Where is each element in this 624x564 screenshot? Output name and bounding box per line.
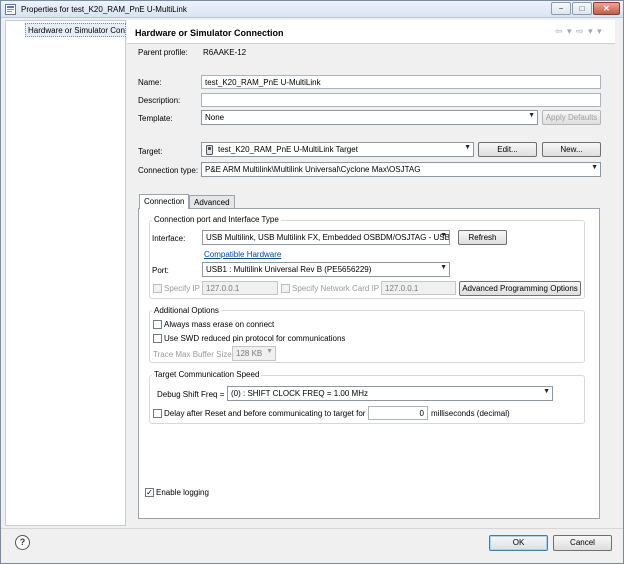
help-icon[interactable]: ?	[15, 535, 30, 550]
description-label: Description:	[138, 96, 181, 105]
properties-dialog: Properties for test_K20_RAM_PnE U-MultiL…	[0, 0, 624, 564]
compatible-hardware-link[interactable]: Compatible Hardware	[204, 250, 281, 259]
swd-protocol-label: Use SWD reduced pin protocol for communi…	[164, 334, 346, 343]
trace-buffer-label: Trace Max Buffer Size:	[153, 350, 234, 359]
interface-select[interactable]: USB Multilink, USB Multilink FX, Embedde…	[202, 230, 450, 245]
port-value: USB1 : Multilink Universal Rev B (PE5656…	[206, 265, 372, 274]
delay-unit-label: milliseconds (decimal)	[431, 409, 510, 418]
tree-item-hardware-connection[interactable]: Hardware or Simulator Connection	[25, 23, 126, 37]
delay-after-reset-label: Delay after Reset and before communicati…	[164, 409, 366, 418]
window-title: Properties for test_K20_RAM_PnE U-MultiL…	[21, 5, 187, 14]
specify-network-card-ip-label: Specify Network Card IP	[292, 284, 380, 293]
specify-ip-field[interactable]: 127.0.0.1	[202, 281, 278, 295]
mass-erase-label: Always mass erase on connect	[164, 320, 275, 329]
name-label: Name:	[138, 78, 162, 87]
enable-logging-checkbox[interactable]: ✓	[145, 488, 154, 497]
footer-divider	[1, 528, 623, 529]
delay-after-reset-field[interactable]: 0	[368, 406, 428, 420]
interface-label: Interface:	[152, 234, 186, 243]
navigation-arrows-icon[interactable]: ⇦ ▾ ⇨ ▾ ▾	[555, 26, 603, 37]
apply-defaults-button[interactable]: Apply Defaults	[542, 110, 601, 125]
trace-buffer-select[interactable]: 128 KB ▼	[232, 346, 276, 361]
close-button[interactable]: ✕	[593, 2, 620, 15]
refresh-button[interactable]: Refresh	[458, 230, 507, 245]
page-header: Hardware or Simulator Connection ⇦ ▾ ⇨ ▾…	[127, 20, 615, 44]
template-select[interactable]: None ▼	[201, 110, 538, 125]
advanced-programming-options-button[interactable]: Advanced Programming Options	[459, 281, 581, 296]
page-title: Hardware or Simulator Connection	[135, 28, 284, 38]
target-value: test_K20_RAM_PnE U-MultiLink Target	[218, 145, 358, 154]
specify-ip-label: Specify IP	[164, 284, 201, 293]
additional-options-group-title: Additional Options	[152, 306, 221, 315]
chevron-down-icon: ▼	[591, 164, 598, 171]
debug-shift-freq-value: (0) : SHIFT CLOCK FREQ = 1.00 MHz	[231, 389, 368, 398]
connection-type-select[interactable]: P&E ARM Multilink\Multilink Universal\Cy…	[201, 162, 601, 177]
mass-erase-checkbox[interactable]	[153, 320, 162, 329]
port-select[interactable]: USB1 : Multilink Universal Rev B (PE5656…	[202, 262, 450, 277]
template-value: None	[205, 113, 225, 122]
specify-network-card-ip-checkbox[interactable]	[281, 284, 290, 293]
chevron-down-icon: ▼	[543, 388, 550, 395]
specify-network-card-ip-field[interactable]: 127.0.0.1	[381, 281, 456, 295]
properties-tree[interactable]: Hardware or Simulator Connection	[5, 20, 126, 526]
trace-buffer-value: 128 KB	[236, 349, 263, 358]
tab-connection[interactable]: Connection	[139, 194, 190, 209]
name-field[interactable]: test_K20_RAM_PnE U-MultiLink	[201, 75, 601, 89]
debug-shift-freq-select[interactable]: (0) : SHIFT CLOCK FREQ = 1.00 MHz ▼	[227, 386, 553, 401]
edit-target-button[interactable]: Edit...	[478, 142, 537, 157]
template-label: Template:	[138, 114, 173, 123]
chevron-down-icon: ▼	[440, 232, 447, 239]
enable-logging-label: Enable logging	[156, 488, 209, 497]
minimize-button[interactable]: −	[551, 2, 571, 15]
connection-type-value: P&E ARM Multilink\Multilink Universal\Cy…	[205, 165, 421, 174]
interface-value: USB Multilink, USB Multilink FX, Embedde…	[206, 233, 450, 242]
chevron-down-icon: ▼	[440, 264, 447, 271]
target-device-icon	[206, 145, 213, 155]
connection-port-group-title: Connection port and Interface Type	[152, 215, 281, 224]
new-target-button[interactable]: New...	[542, 142, 601, 157]
target-select[interactable]: test_K20_RAM_PnE U-MultiLink Target ▼	[201, 142, 474, 157]
ok-button[interactable]: OK	[489, 535, 548, 551]
maximize-button[interactable]: □	[572, 2, 592, 15]
tab-advanced[interactable]: Advanced	[189, 195, 235, 209]
chevron-down-icon: ▼	[528, 112, 535, 119]
cancel-button[interactable]: Cancel	[553, 535, 612, 551]
target-communication-speed-title: Target Communication Speed	[152, 370, 262, 379]
description-field[interactable]	[201, 93, 601, 107]
debug-shift-freq-label: Debug Shift Freq =	[157, 390, 225, 399]
swd-protocol-checkbox[interactable]	[153, 334, 162, 343]
target-label: Target:	[138, 147, 163, 156]
title-bar[interactable]: Properties for test_K20_RAM_PnE U-MultiL…	[1, 1, 623, 18]
delay-after-reset-checkbox[interactable]	[153, 409, 162, 418]
chevron-down-icon: ▼	[266, 348, 273, 355]
port-label: Port:	[152, 266, 169, 275]
properties-app-icon	[5, 4, 16, 15]
parent-profile-label: Parent profile:	[138, 48, 188, 57]
chevron-down-icon: ▼	[464, 144, 471, 151]
parent-profile-value: R6AAKE-12	[203, 48, 247, 57]
specify-ip-checkbox[interactable]	[153, 284, 162, 293]
connection-type-label: Connection type:	[138, 166, 199, 175]
